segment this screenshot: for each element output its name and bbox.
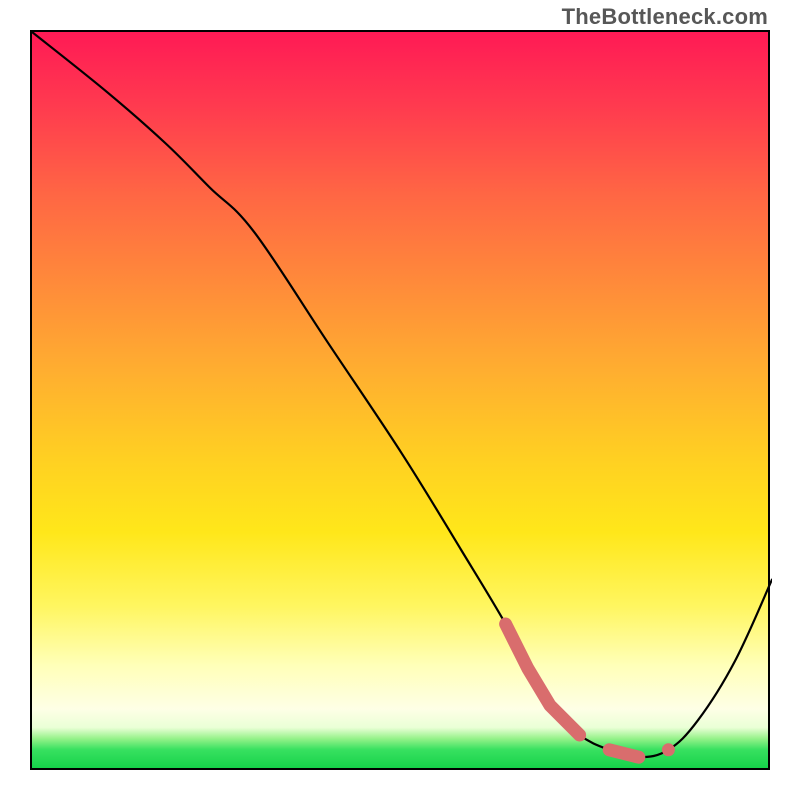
curve-overlay xyxy=(32,32,772,772)
plot-area xyxy=(30,30,770,770)
accent-highlight xyxy=(506,624,675,757)
watermark-text: TheBottleneck.com xyxy=(562,4,768,30)
chart-container: TheBottleneck.com xyxy=(0,0,800,800)
bottleneck-curve xyxy=(32,32,772,757)
